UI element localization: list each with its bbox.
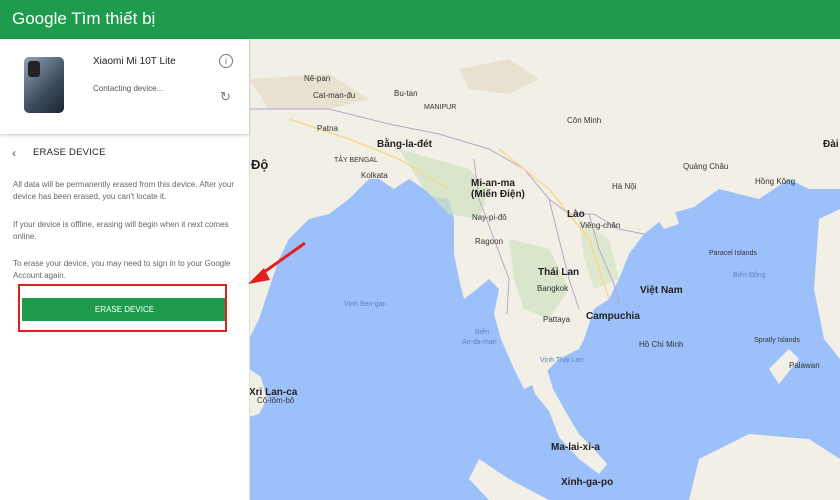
app-title: Google Tìm thiết bị (12, 9, 156, 28)
map-label: Nay-pi-đô (472, 213, 507, 222)
map-label: Biển (475, 329, 490, 336)
refresh-icon[interactable]: ↻ (220, 89, 231, 105)
map-label: Độ (251, 157, 269, 172)
signin-info-text: To erase your device, you may need to si… (13, 259, 231, 280)
map-label: Ma-lai-xi-a (551, 442, 600, 453)
map-label: Paracel Islands (709, 250, 757, 257)
map-label: (Miến Điện) (471, 189, 525, 200)
map-label: Ragoon (475, 237, 504, 246)
map-label: Xinh-ga-po (561, 477, 614, 488)
device-status: Contacting device... (93, 84, 164, 93)
map-label: Cô-lôm-bô (257, 396, 295, 405)
map-label: An-đa-man (462, 339, 497, 346)
map-label: Vịnh Thái Lan (540, 357, 584, 364)
map-label: Vịnh Ben-gan (344, 301, 387, 308)
map-label: Viêng-chăn (580, 221, 621, 230)
map-label: Palawan (789, 361, 820, 370)
map-label: Campuchia (586, 311, 640, 322)
map-label: Nê-pan (304, 74, 331, 83)
phone-image (24, 57, 64, 113)
top-bar: Google Tìm thiết bị (0, 0, 840, 39)
section-title: ERASE DEVICE (33, 147, 106, 158)
map-label: Bangkok (537, 284, 569, 293)
map-label: Bằng-la-đét (377, 139, 432, 150)
map-label: Pattaya (543, 315, 571, 324)
erase-info-text: All data will be permanently erased from… (13, 180, 234, 201)
map-label: Patna (317, 124, 338, 133)
map-label: Hồ Chí Minh (639, 340, 684, 349)
map-label: Hồng Kông (755, 177, 796, 186)
offline-info-text: If your device is offline, erasing will … (13, 220, 229, 241)
info-icon[interactable]: i (219, 54, 233, 68)
map-label: Biển Đông (733, 272, 766, 279)
map-label: Bu-tan (394, 89, 418, 98)
map-label: MANIPUR (424, 104, 457, 111)
map-label: TÂY BENGAL (334, 157, 378, 164)
device-card[interactable]: Xiaomi Mi 10T Lite Contacting device... … (0, 39, 249, 135)
device-name: Xiaomi Mi 10T Lite (93, 56, 176, 67)
map-label: Quảng Châu (683, 162, 729, 171)
map-label: Côn Minh (567, 116, 602, 125)
map[interactable]: Nê-pan Cat-man-đu Bu-tan Patna MANIPUR B… (249, 39, 840, 500)
side-panel: Xiaomi Mi 10T Lite Contacting device... … (0, 39, 250, 500)
map-label: Đài (823, 139, 839, 150)
map-label: Mi-an-ma (471, 178, 515, 189)
highlight-box (18, 284, 227, 332)
map-label: Thái Lan (538, 267, 580, 278)
map-label: Việt Nam (640, 285, 683, 296)
map-label: Hà Nội (612, 182, 637, 191)
map-label: Cat-man-đu (313, 91, 356, 100)
chevron-left-icon[interactable]: ‹ (12, 146, 16, 160)
map-label: Kolkata (361, 171, 388, 180)
map-label: Lào (567, 209, 585, 220)
map-label: Spratly Islands (754, 337, 800, 344)
